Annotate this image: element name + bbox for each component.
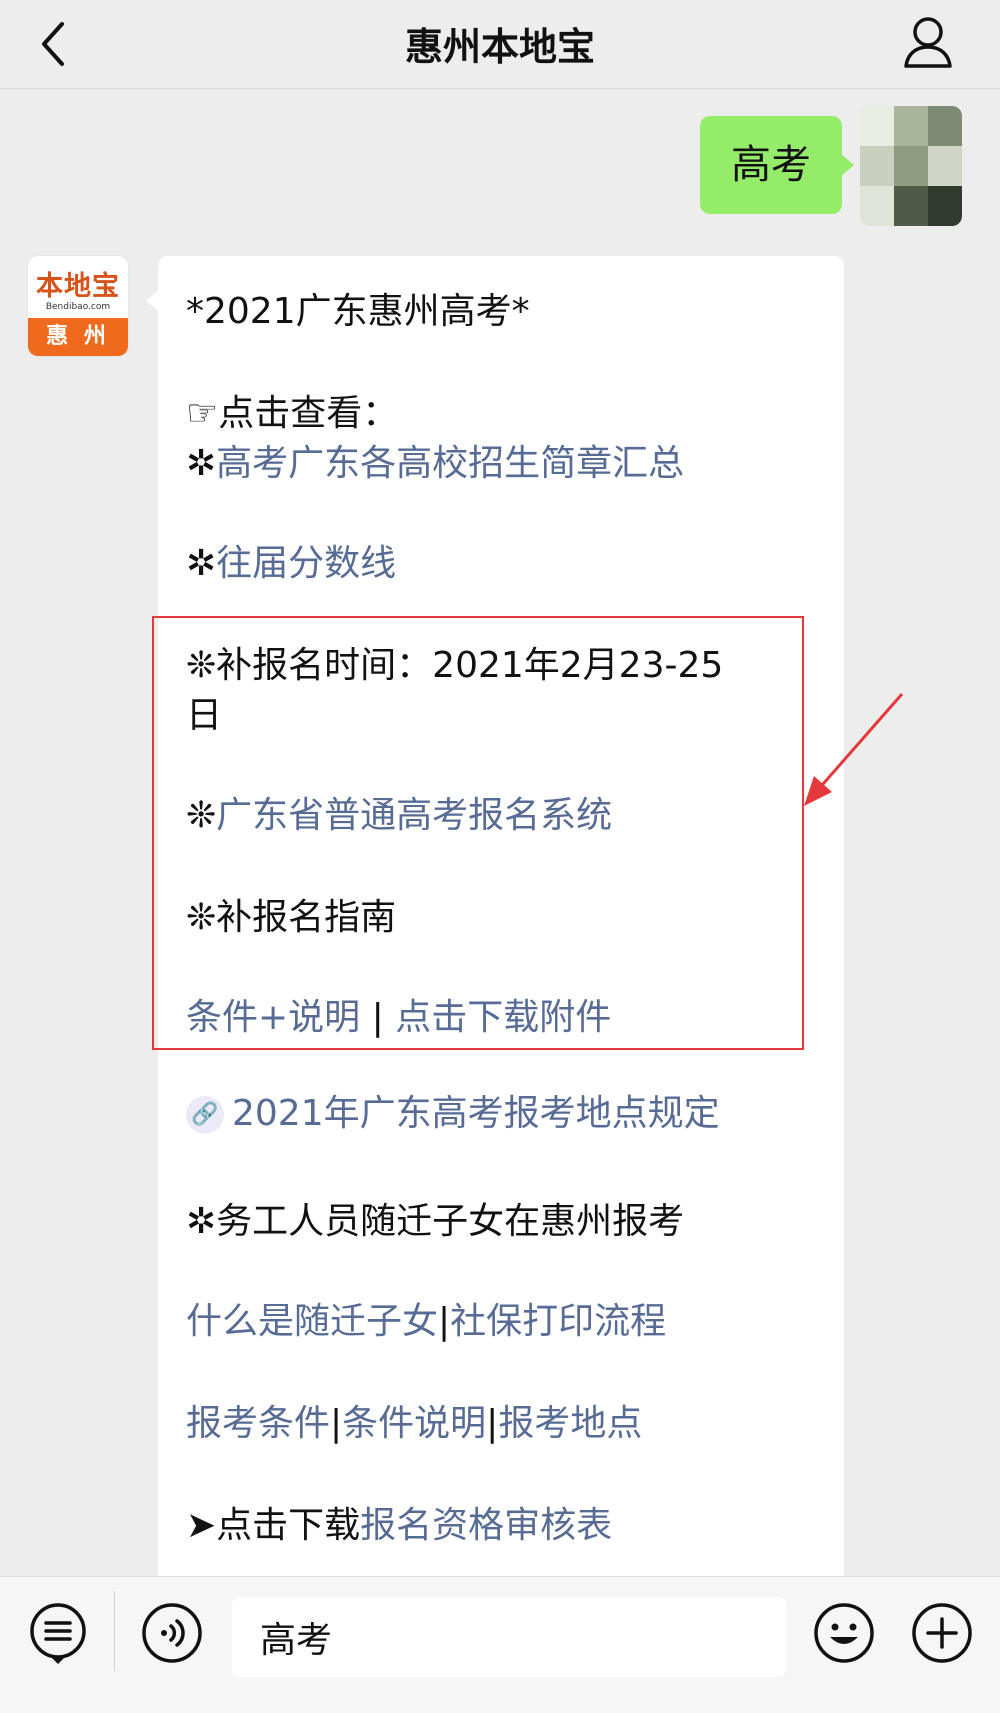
link-social-security-print[interactable]: 社保打印流程	[450, 1301, 666, 1342]
voice-icon[interactable]	[140, 1601, 204, 1665]
profile-icon[interactable]	[898, 10, 958, 74]
link-what-is-migrant-children[interactable]: 什么是随迁子女	[186, 1301, 438, 1342]
link-past-scores[interactable]: 往届分数线	[216, 543, 396, 584]
link-exam-conditions[interactable]: 报考条件	[186, 1403, 330, 1444]
separator: |	[330, 1403, 343, 1444]
separator: |	[438, 1301, 451, 1342]
exam-condition-links-line: 报考条件|条件说明|报考地点	[186, 1394, 642, 1446]
page-title: 惠州本地宝	[404, 25, 595, 69]
divider	[114, 1591, 115, 1671]
link-exam-location[interactable]: 报考地点	[498, 1403, 642, 1444]
bot-logo-city: 惠 州	[28, 318, 128, 356]
emoji-icon[interactable]	[812, 1601, 876, 1665]
view-prefix: ☞点击查看：	[186, 393, 399, 434]
link-icon: 🔗	[186, 1096, 224, 1134]
top-bar: 惠州本地宝	[0, 0, 1000, 89]
bot-logo-text: 本地宝	[36, 271, 120, 302]
red-arrow-icon	[804, 693, 904, 806]
plus-icon[interactable]	[910, 1601, 974, 1665]
download-prefix: ➤点击下载	[186, 1505, 361, 1546]
separator: |	[486, 1403, 499, 1444]
migrant-heading: ✲务工人员随迁子女在惠州报考	[186, 1201, 685, 1242]
exam-location-rules-line: 🔗 2021年广东高考报考地点规定	[186, 1084, 720, 1136]
link-brochures[interactable]: 高考广东各高校招生简章汇总	[216, 443, 684, 484]
past-scores-line: ✲往届分数线	[186, 534, 396, 586]
review-form-line: ➤点击下载报名资格审核表	[186, 1496, 612, 1548]
user-message-bubble[interactable]: 高考	[700, 116, 854, 214]
link-review-form[interactable]: 报名资格审核表	[360, 1505, 612, 1546]
bullet-mark: ✲	[186, 543, 217, 584]
user-avatar[interactable]	[860, 106, 962, 226]
brochures-line: ✲高考广东各高校招生简章汇总	[186, 434, 684, 486]
bottom-input-bar	[0, 1576, 1000, 1713]
message-heading: *2021广东惠州高考*	[186, 291, 530, 332]
bot-logo-url: Bendibao.com	[45, 302, 111, 312]
bot-avatar[interactable]: 本地宝 Bendibao.com 惠 州	[28, 256, 128, 356]
message-input[interactable]	[232, 1597, 786, 1677]
highlight-box	[152, 616, 804, 1050]
link-exam-location-rules[interactable]: 2021年广东高考报考地点规定	[232, 1093, 720, 1134]
menu-list-icon[interactable]	[26, 1601, 90, 1665]
link-condition-notes[interactable]: 条件说明	[342, 1403, 486, 1444]
bullet-mark: ✲	[186, 443, 217, 484]
migrant-links-line: 什么是随迁子女|社保打印流程	[186, 1292, 666, 1344]
